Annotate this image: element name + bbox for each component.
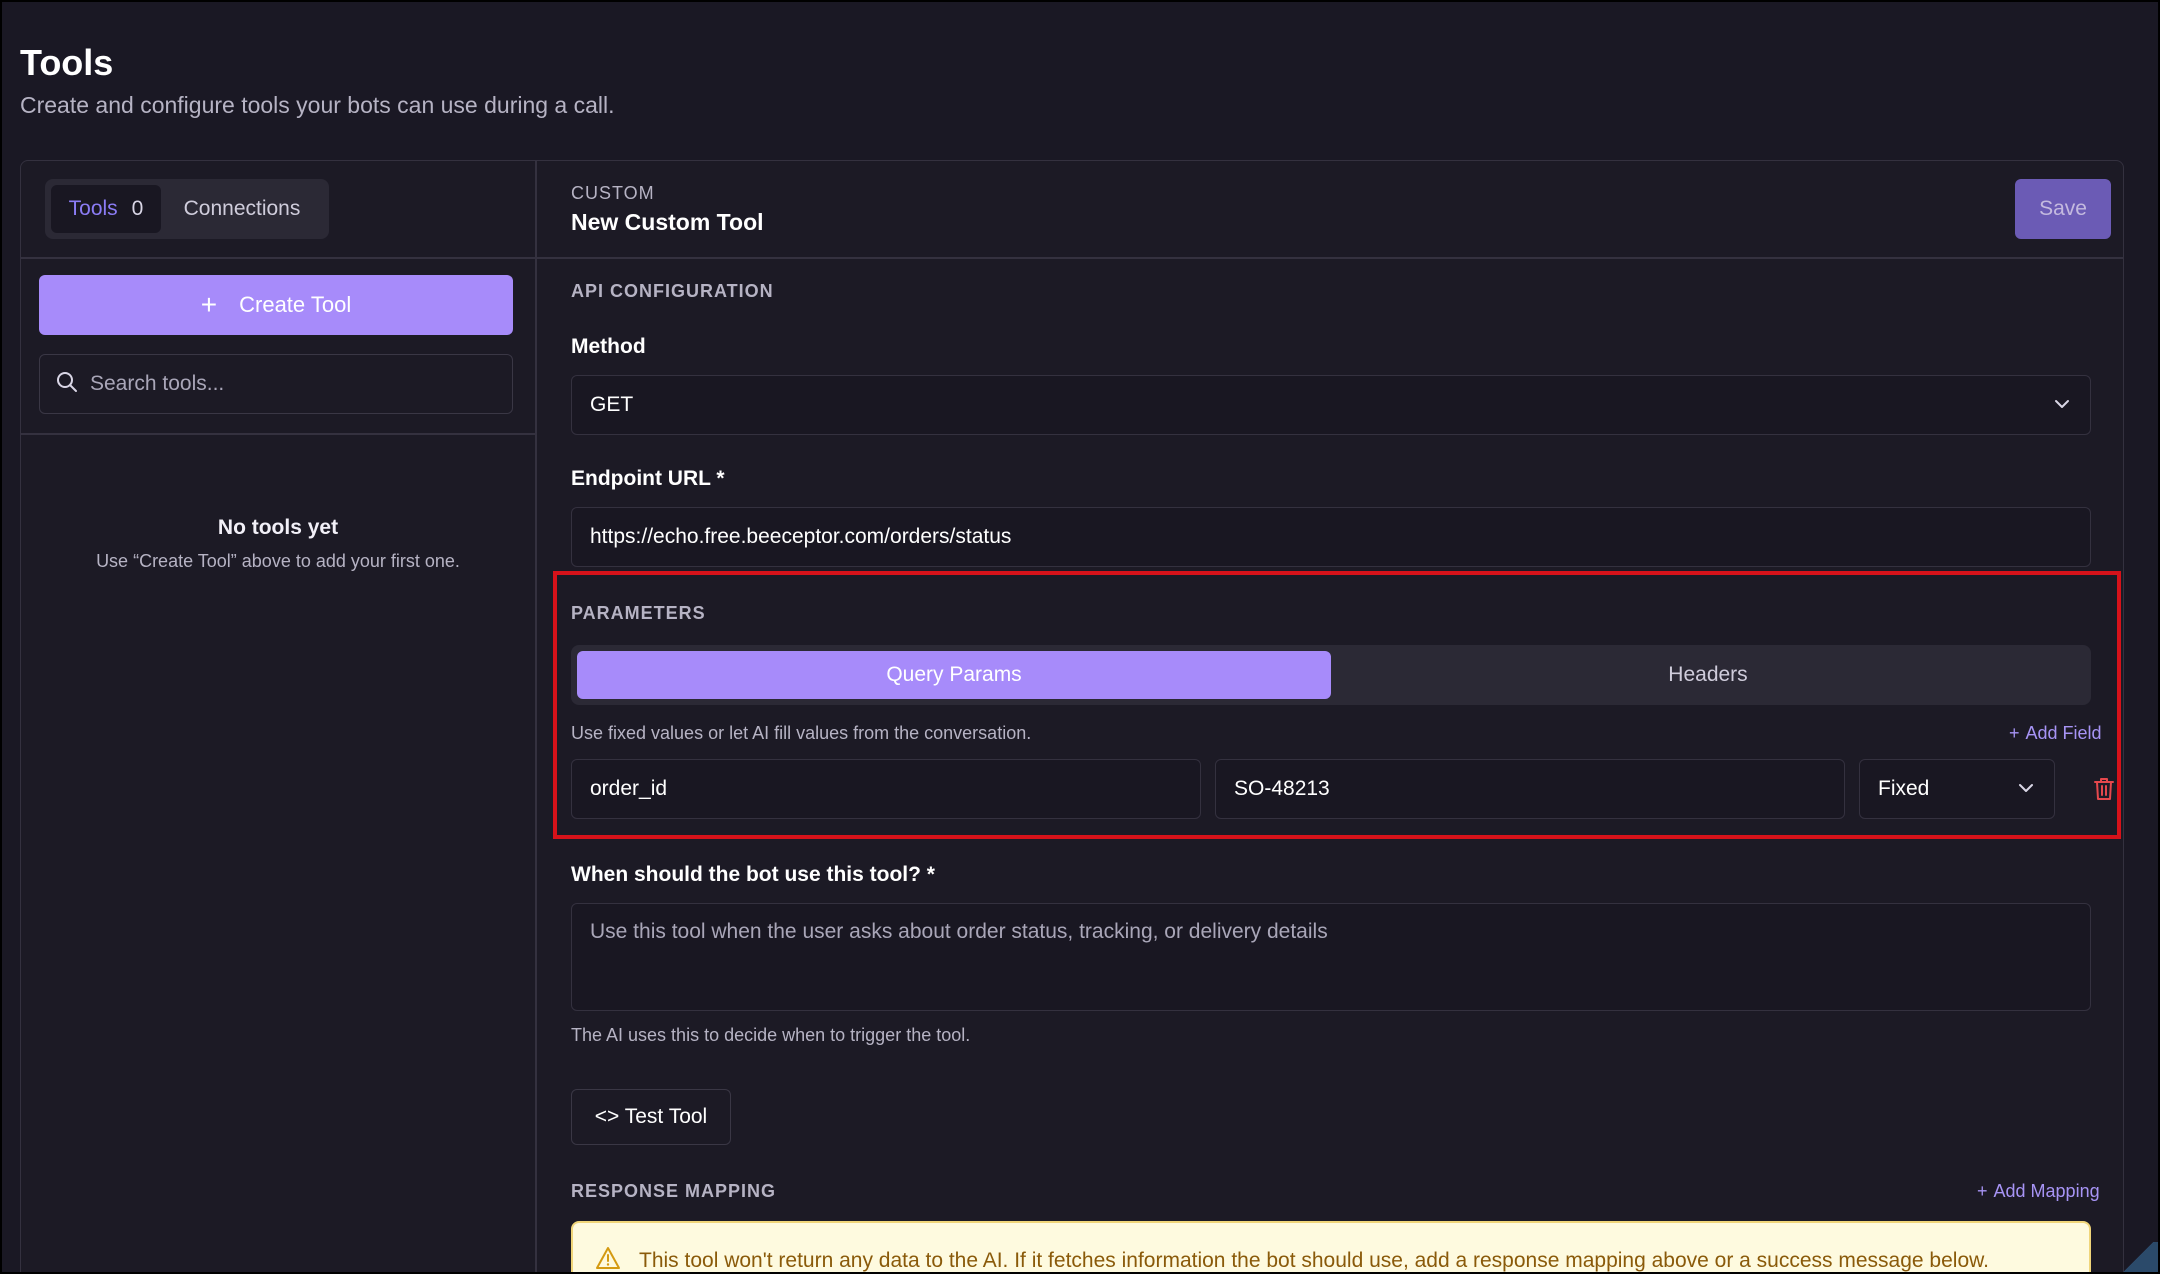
tool-editor: CUSTOM New Custom Tool Save API CONFIGUR… [537,161,2123,1272]
tool-name: New Custom Tool [571,209,764,235]
chevron-down-icon [2016,778,2036,804]
sidebar-tabs: Tools 0 Connections [45,179,329,239]
method-select[interactable]: GET [571,375,2091,435]
empty-state-title: No tools yet [217,516,339,539]
endpoint-label: Endpoint URL * [571,467,725,490]
chevron-down-icon [2052,394,2072,420]
search-input[interactable] [90,372,490,396]
create-tool-label: Create Tool [239,292,352,317]
param-key-value: order_id [590,777,668,800]
method-label: Method [571,335,646,358]
tab-tools-label: Tools [68,197,118,220]
api-config-heading: API CONFIGURATION [571,281,774,301]
tools-count-badge: 0 [131,197,144,220]
warning-text: This tool won't return any data to the A… [639,1249,1989,1272]
param-type-toggle: Query Params Headers [571,645,2091,705]
parameters-heading: PARAMETERS [571,603,706,623]
plus-icon: + [1977,1181,1988,1201]
editor-header-divider [537,257,2123,259]
param-value-input[interactable]: SO-48213 [1215,759,1845,819]
add-mapping-link[interactable]: + Add Mapping [1977,1181,2100,1202]
endpoint-url-value: https://echo.free.beeceptor.com/orders/s… [590,525,1012,548]
param-key-input[interactable]: order_id [571,759,1201,819]
when-hint: The AI uses this to decide when to trigg… [571,1025,971,1045]
page-title: Tools [20,42,114,83]
add-field-label: Add Field [2025,723,2102,743]
when-label: When should the bot use this tool? * [571,863,935,886]
add-mapping-label: Add Mapping [1993,1181,2100,1201]
tab-connections[interactable]: Connections [161,185,323,233]
search-box [39,354,513,414]
param-mode-value: Fixed [1878,777,1930,800]
create-tool-button[interactable]: + Create Tool [39,275,513,335]
sidebar-divider [21,257,535,259]
response-mapping-heading: RESPONSE MAPPING [571,1181,777,1201]
param-hint: Use fixed values or let AI fill values f… [571,723,1032,743]
method-value: GET [590,393,634,416]
tab-headers[interactable]: Headers [1331,651,2085,699]
save-button[interactable]: Save [2015,179,2111,239]
endpoint-url-input[interactable]: https://echo.free.beeceptor.com/orders/s… [571,507,2091,567]
param-value-value: SO-48213 [1234,777,1330,800]
empty-state-text: Use “Create Tool” above to add your firs… [96,551,460,571]
tools-sidebar: Tools 0 Connections + Create Tool No too… [21,161,537,1272]
tab-query-params[interactable]: Query Params [577,651,1331,699]
app-window: Tools Create and configure tools your bo… [0,0,2160,1274]
tab-tools[interactable]: Tools 0 [51,185,161,233]
test-tool-button[interactable]: <> Test Tool [571,1089,731,1145]
tools-panel: Tools 0 Connections + Create Tool No too… [20,160,2124,1272]
plus-icon: + [200,289,218,320]
page-subtitle: Create and configure tools your bots can… [20,92,615,118]
warning-icon [595,1246,621,1272]
add-field-link[interactable]: + Add Field [2009,723,2102,744]
no-data-warning: This tool won't return any data to the A… [571,1221,2091,1272]
tool-category: CUSTOM [571,183,655,203]
param-mode-select[interactable]: Fixed [1859,759,2055,819]
trash-icon[interactable] [2093,777,2115,806]
when-textarea[interactable]: Use this tool when the user asks about o… [571,903,2091,1011]
sidebar-divider-2 [21,433,535,435]
search-icon [56,371,78,398]
plus-icon: + [2009,723,2020,743]
corner-decoration [2118,1242,2158,1272]
